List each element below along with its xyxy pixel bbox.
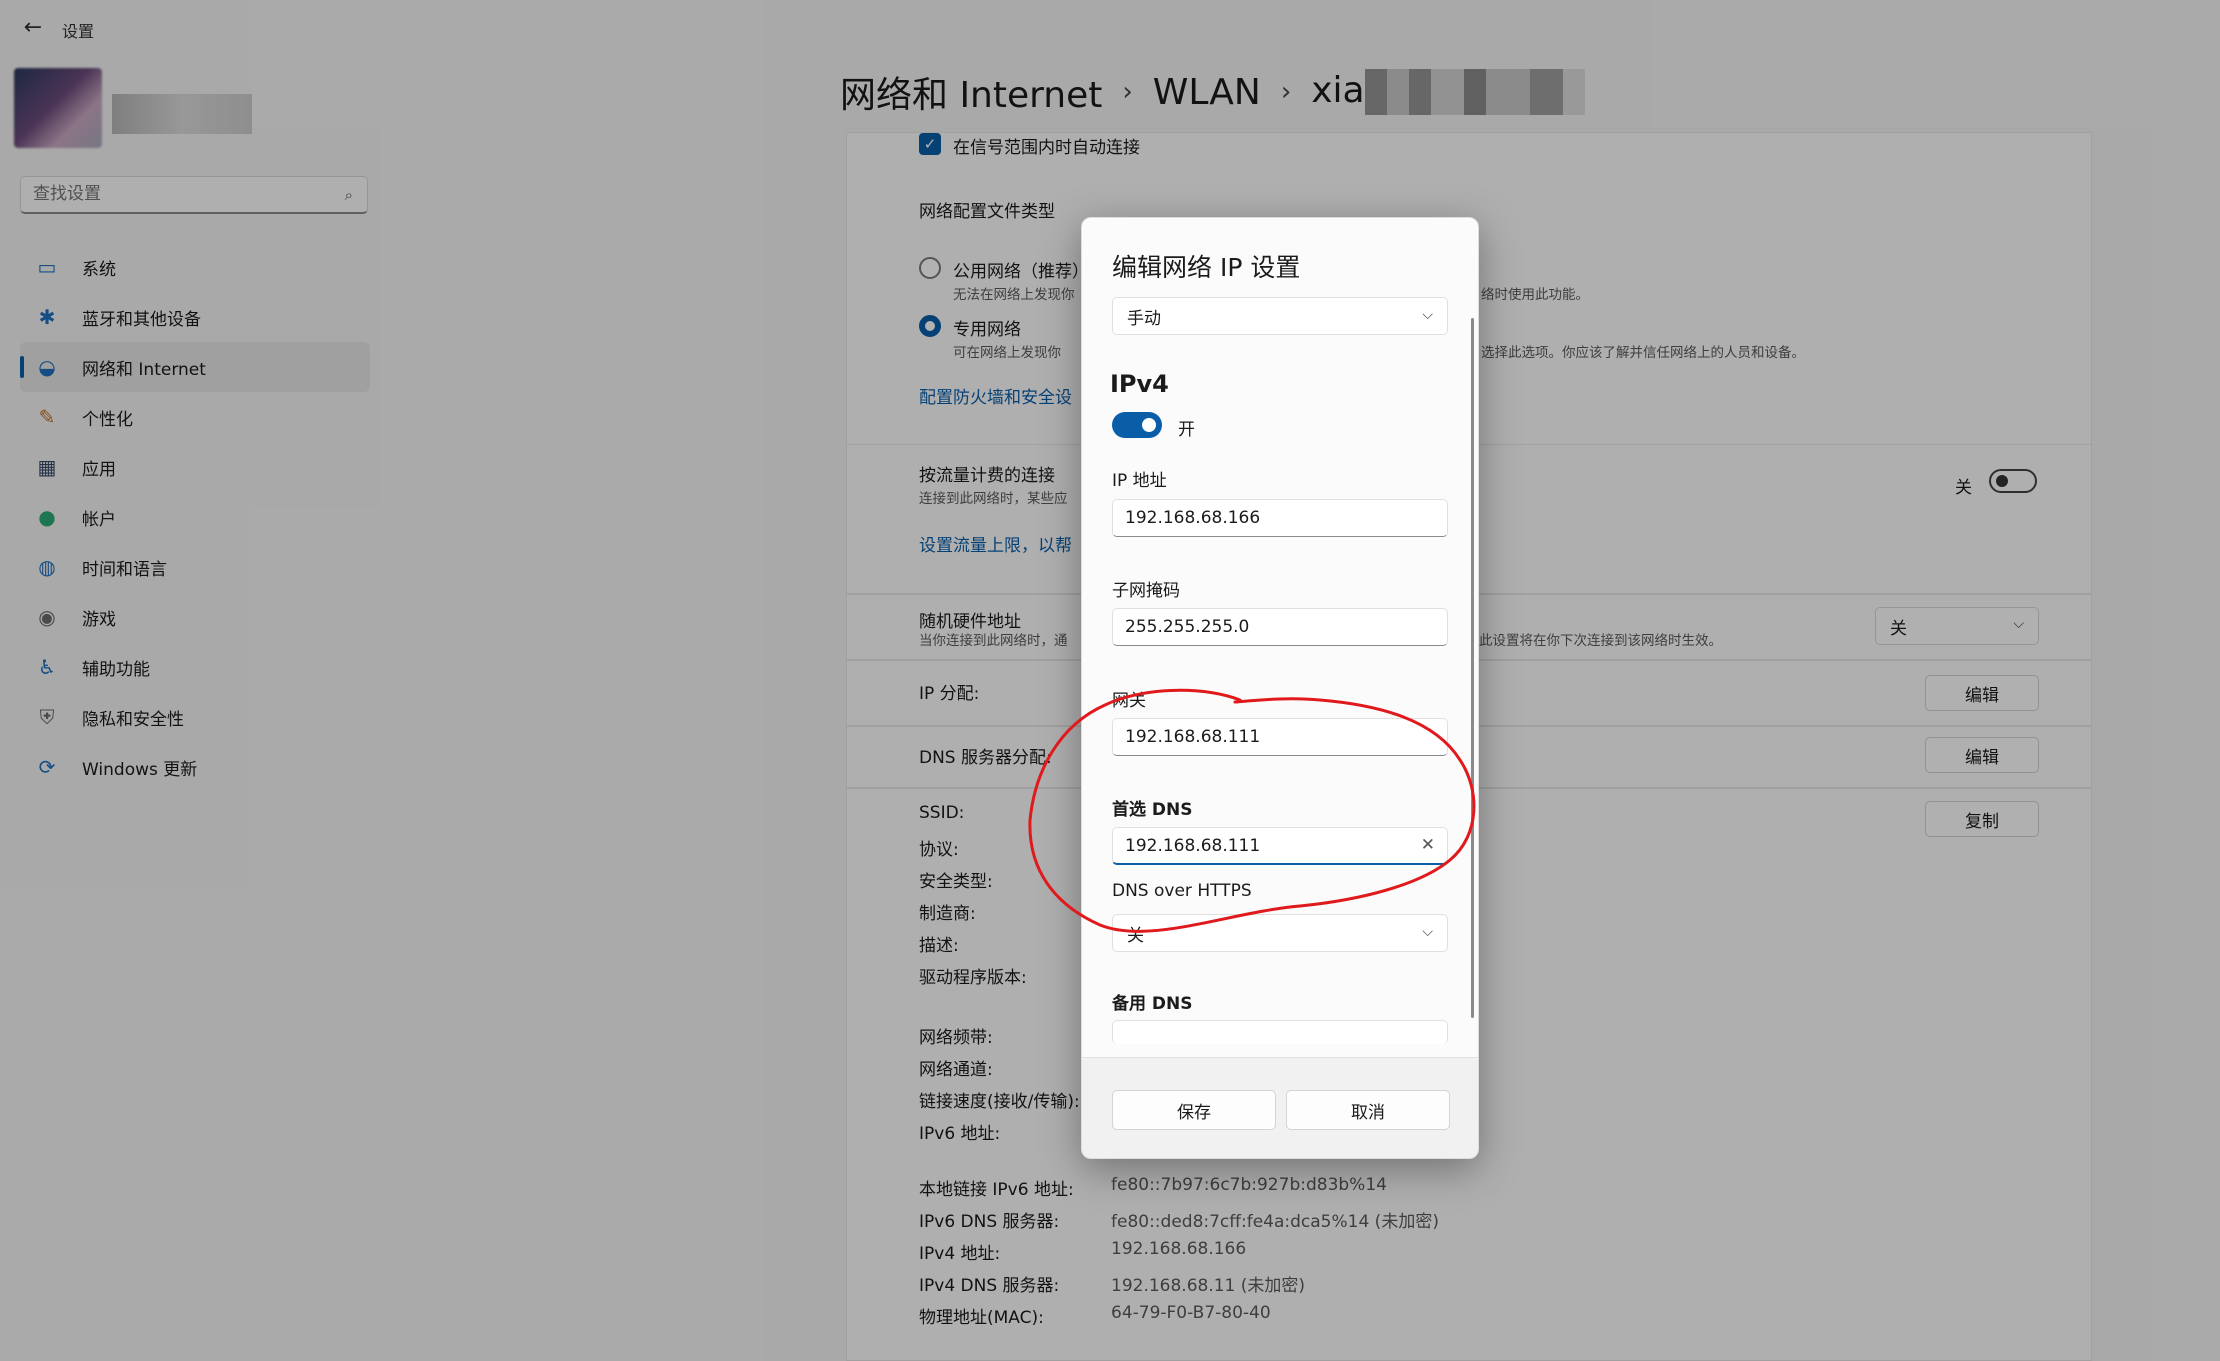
red-circle-annotation (1028, 688, 1476, 933)
